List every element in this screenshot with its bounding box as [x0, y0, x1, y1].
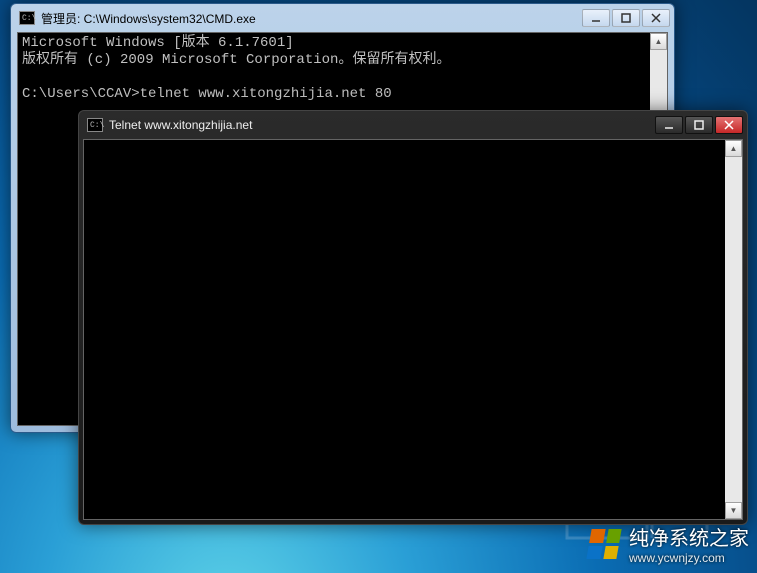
cmd-title: 管理员: C:\Windows\system32\CMD.exe	[41, 10, 582, 27]
cmd-titlebar[interactable]: C:\ 管理员: C:\Windows\system32\CMD.exe	[11, 4, 674, 32]
maximize-button[interactable]	[685, 116, 713, 134]
minimize-icon	[591, 13, 601, 23]
close-button[interactable]	[715, 116, 743, 134]
cmd-line: 版权所有 (c) 2009 Microsoft Corporation。保留所有…	[22, 52, 450, 68]
maximize-button[interactable]	[612, 9, 640, 27]
cmd-line: C:\Users\CCAV>telnet www.xitongzhijia.ne…	[22, 86, 392, 102]
telnet-scrollbar[interactable]: ▲ ▼	[725, 140, 742, 519]
telnet-console: ▲ ▼	[83, 139, 743, 520]
close-button[interactable]	[642, 9, 670, 27]
console-icon: C:\	[19, 11, 35, 25]
scroll-track[interactable]	[725, 157, 742, 502]
close-icon	[724, 120, 734, 130]
scroll-down-button[interactable]: ▼	[725, 502, 742, 519]
minimize-icon	[664, 120, 674, 130]
telnet-window-controls	[655, 116, 743, 134]
scroll-up-button[interactable]: ▲	[725, 140, 742, 157]
cmd-line: Microsoft Windows [版本 6.1.7601]	[22, 35, 294, 51]
watermark-logo-icon	[586, 529, 621, 559]
telnet-window[interactable]: C:\ Telnet www.xitongzhijia.net ▲ ▼	[78, 110, 748, 525]
maximize-icon	[621, 13, 631, 23]
minimize-button[interactable]	[582, 9, 610, 27]
watermark: 纯净系统之家 www.ycwnjzy.com	[589, 522, 749, 565]
telnet-title: Telnet www.xitongzhijia.net	[109, 118, 655, 132]
maximize-icon	[694, 120, 704, 130]
scroll-up-button[interactable]: ▲	[650, 33, 667, 50]
watermark-url: www.ycwnjzy.com	[629, 551, 749, 565]
console-icon: C:\	[87, 118, 103, 132]
watermark-text-block: 纯净系统之家 www.ycwnjzy.com	[629, 522, 749, 565]
watermark-text: 纯净系统之家	[629, 522, 749, 551]
telnet-titlebar[interactable]: C:\ Telnet www.xitongzhijia.net	[79, 111, 747, 139]
minimize-button[interactable]	[655, 116, 683, 134]
close-icon	[651, 13, 661, 23]
cmd-window-controls	[582, 9, 670, 27]
telnet-output[interactable]	[84, 140, 725, 519]
